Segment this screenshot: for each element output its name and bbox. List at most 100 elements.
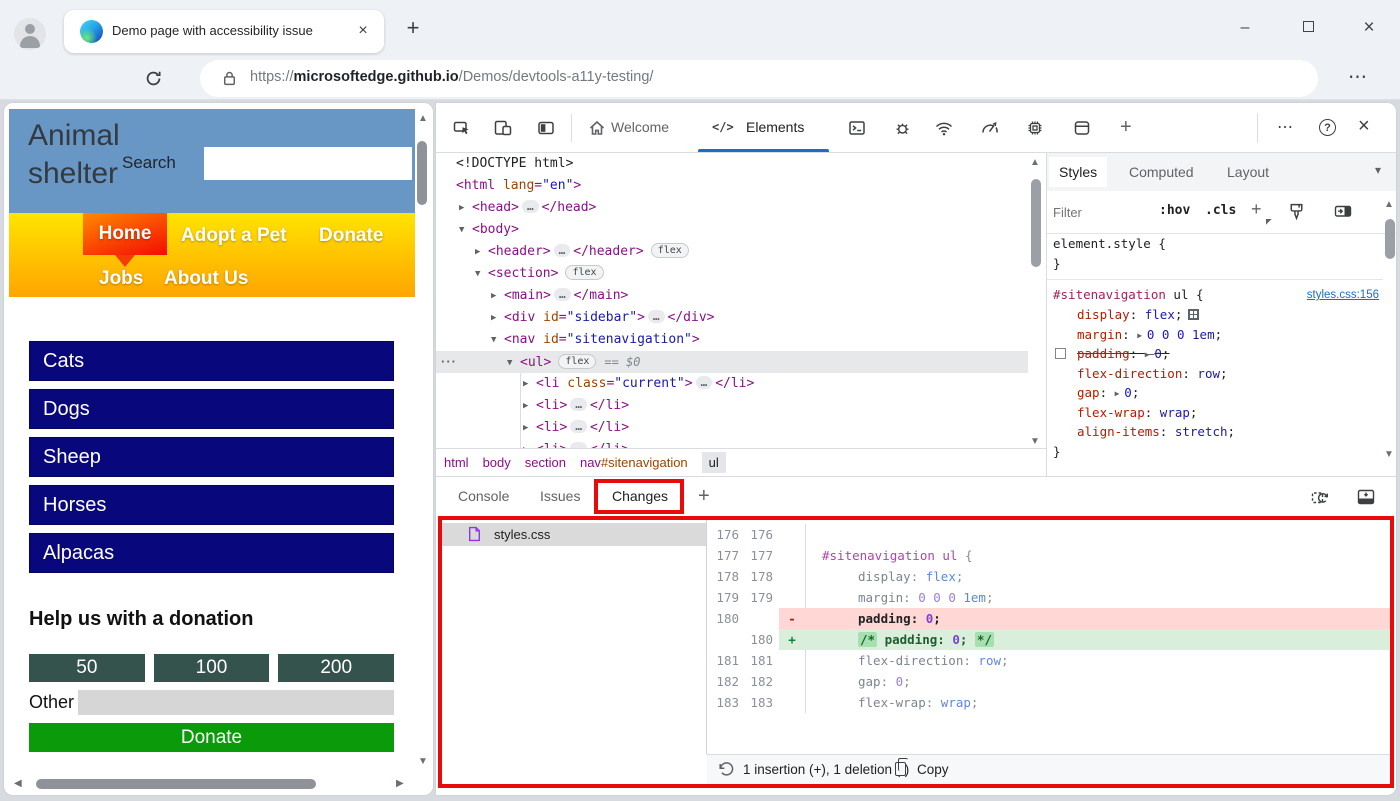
collapsed-content-icon[interactable]: … — [695, 376, 713, 389]
amount-50-button[interactable]: 50 — [29, 654, 145, 682]
tab-styles[interactable]: Styles — [1049, 157, 1108, 187]
memory-button[interactable] — [1026, 119, 1044, 137]
dom-row[interactable]: ▶ <li class="current">… </li> — [436, 373, 1028, 395]
amount-100-button[interactable]: 100 — [153, 654, 270, 682]
maximize-button[interactable] — [1291, 18, 1325, 40]
tab-layout[interactable]: Layout — [1217, 157, 1279, 187]
dom-row[interactable]: ▼ <nav id="sitenavigation"> — [436, 329, 1028, 351]
expand-arrow-icon[interactable]: ▶ — [491, 307, 504, 329]
copy-icon[interactable] — [895, 758, 908, 776]
console-drawer-button[interactable] — [848, 119, 866, 137]
dom-row[interactable]: ▶ <div id="sidebar">… </div> — [436, 307, 1028, 329]
dom-scroll-down-icon[interactable]: ▼ — [1030, 436, 1040, 447]
diff-row[interactable]: 180- padding: 0; — [707, 608, 1390, 629]
nav-donate[interactable]: Donate — [319, 225, 383, 247]
device-emulation-button[interactable] — [494, 119, 512, 137]
styles-overflow-chevron-icon[interactable]: ▾ — [1375, 163, 1381, 177]
diff-row[interactable]: 179 179 margin: 0 0 0 1em; — [707, 587, 1390, 608]
crumb-body[interactable]: body — [483, 455, 511, 470]
css-property-align-items[interactable]: align-items: stretch; — [1047, 422, 1383, 442]
pet-link-dogs[interactable]: Dogs — [29, 389, 394, 429]
flex-badge[interactable]: flex — [558, 354, 597, 369]
revert-icon[interactable] — [717, 760, 735, 778]
debugger-button[interactable] — [893, 119, 912, 137]
styles-scroll-up-icon[interactable]: ▲ — [1384, 199, 1394, 210]
dock-drawer-button[interactable] — [1356, 488, 1376, 506]
other-amount-input[interactable] — [78, 690, 394, 715]
inspect-button[interactable] — [453, 119, 471, 137]
nav-adopt-a-pet[interactable]: Adopt a Pet — [181, 225, 287, 247]
css-property-padding[interactable]: padding: ▶ 0; — [1047, 344, 1383, 364]
css-property-display[interactable]: display: flex; — [1047, 305, 1383, 325]
dom-row[interactable]: ▶<li>…</li> — [436, 417, 1028, 439]
css-property-flex-direction[interactable]: flex-direction: row; — [1047, 364, 1383, 384]
expand-arrow-icon[interactable]: ▶ — [523, 395, 536, 417]
dom-row[interactable]: ▼ <section> flex — [436, 263, 1028, 285]
lock-icon[interactable] — [222, 70, 237, 87]
crumb-ul[interactable]: ul — [701, 452, 726, 473]
diff-row[interactable]: 183 183 flex-wrap: wrap; — [707, 692, 1390, 713]
network-button[interactable] — [934, 119, 954, 137]
pet-link-alpacas[interactable]: Alpacas — [29, 533, 394, 573]
collapsed-content-icon[interactable]: … — [553, 244, 571, 257]
application-button[interactable] — [1073, 119, 1091, 137]
collapsed-content-icon[interactable]: … — [570, 420, 587, 433]
expand-arrow-icon[interactable]: ▼ — [459, 219, 472, 241]
dom-row-menu-icon[interactable]: ··· — [441, 351, 457, 373]
crumb-html[interactable]: html — [444, 455, 469, 470]
add-drawer-tab-button[interactable]: + — [698, 485, 710, 508]
diff-row[interactable]: 181 181 flex-direction: row; — [707, 650, 1390, 671]
browser-tab[interactable]: Demo page with accessibility issue × — [64, 10, 384, 53]
expand-arrow-icon[interactable]: ▶ — [459, 197, 472, 219]
expand-arrow-icon[interactable]: ▶ — [523, 373, 536, 395]
tab-changes[interactable]: Changes — [612, 488, 668, 504]
expand-arrow-icon[interactable]: ▶ — [491, 285, 504, 307]
page-scroll-left-icon[interactable]: ◀ — [14, 778, 22, 789]
tab-issues[interactable]: Issues — [540, 488, 580, 504]
dom-row[interactable]: ▶ <main>… </main> — [436, 285, 1028, 307]
tab-computed[interactable]: Computed — [1119, 157, 1204, 187]
nav-jobs[interactable]: Jobs — [99, 268, 143, 290]
nav-home[interactable]: Home — [83, 213, 167, 267]
devtools-close-button[interactable]: × — [1358, 115, 1370, 138]
toggle-pseudo-button[interactable]: :hov — [1159, 203, 1190, 218]
element-style-open[interactable]: element.style { — [1047, 234, 1383, 254]
pet-link-horses[interactable]: Horses — [29, 485, 394, 525]
property-checkbox[interactable] — [1055, 348, 1066, 359]
donate-button[interactable]: Donate — [29, 723, 394, 752]
pet-link-cats[interactable]: Cats — [29, 341, 394, 381]
home-icon[interactable] — [588, 119, 606, 137]
new-tab-button[interactable]: + — [400, 16, 426, 42]
tab-console[interactable]: Console — [458, 488, 509, 504]
tab-close-icon[interactable]: × — [352, 20, 374, 42]
crumb-section[interactable]: section — [525, 455, 566, 470]
crumb-nav[interactable]: nav#sitenavigation — [580, 455, 688, 470]
collapsed-content-icon[interactable]: … — [570, 398, 587, 411]
diff-row[interactable]: 176 176 — [707, 524, 1390, 545]
browser-menu-button[interactable]: ⋯ — [1348, 66, 1368, 89]
dom-row[interactable]: ▶<li>…</li> — [436, 439, 1028, 448]
diff-row[interactable]: 177 177 #sitenavigation ul { — [707, 545, 1390, 566]
pet-link-sheep[interactable]: Sheep — [29, 437, 394, 477]
dom-row[interactable]: ··· ▼ <ul> flex == $0 — [436, 351, 1028, 373]
file-item-selected[interactable]: styles.css — [442, 523, 706, 546]
styles-filter-input[interactable] — [1053, 199, 1141, 225]
expand-arrow-icon[interactable]: ▶ — [523, 439, 536, 448]
new-style-rule-button[interactable]: + — [1251, 199, 1262, 220]
diff-row[interactable]: 182 182 gap: 0; — [707, 671, 1390, 692]
dom-scrollbar[interactable] — [1031, 179, 1041, 267]
dom-scroll-up-icon[interactable]: ▲ — [1030, 157, 1040, 168]
styles-scrollbar[interactable] — [1385, 219, 1395, 259]
expand-arrow-icon[interactable]: ▶ — [523, 417, 536, 439]
profile-avatar[interactable] — [14, 18, 46, 50]
dom-row[interactable]: <html lang="en"> — [436, 175, 1028, 197]
devtools-more-button[interactable]: ⋯ — [1277, 117, 1294, 137]
collapsed-content-icon[interactable]: … — [521, 200, 539, 213]
revert-all-changes-icon[interactable] — [1310, 488, 1330, 506]
flex-badge[interactable]: flex — [565, 265, 604, 280]
page-scroll-up-icon[interactable]: ▲ — [418, 113, 428, 124]
expand-arrow-icon[interactable]: ▼ — [475, 263, 488, 285]
page-horizontal-scrollbar[interactable] — [36, 779, 316, 789]
dom-row[interactable]: ▶ <head>… </head> — [436, 197, 1028, 219]
rendering-emulation-icon[interactable] — [1333, 202, 1353, 220]
